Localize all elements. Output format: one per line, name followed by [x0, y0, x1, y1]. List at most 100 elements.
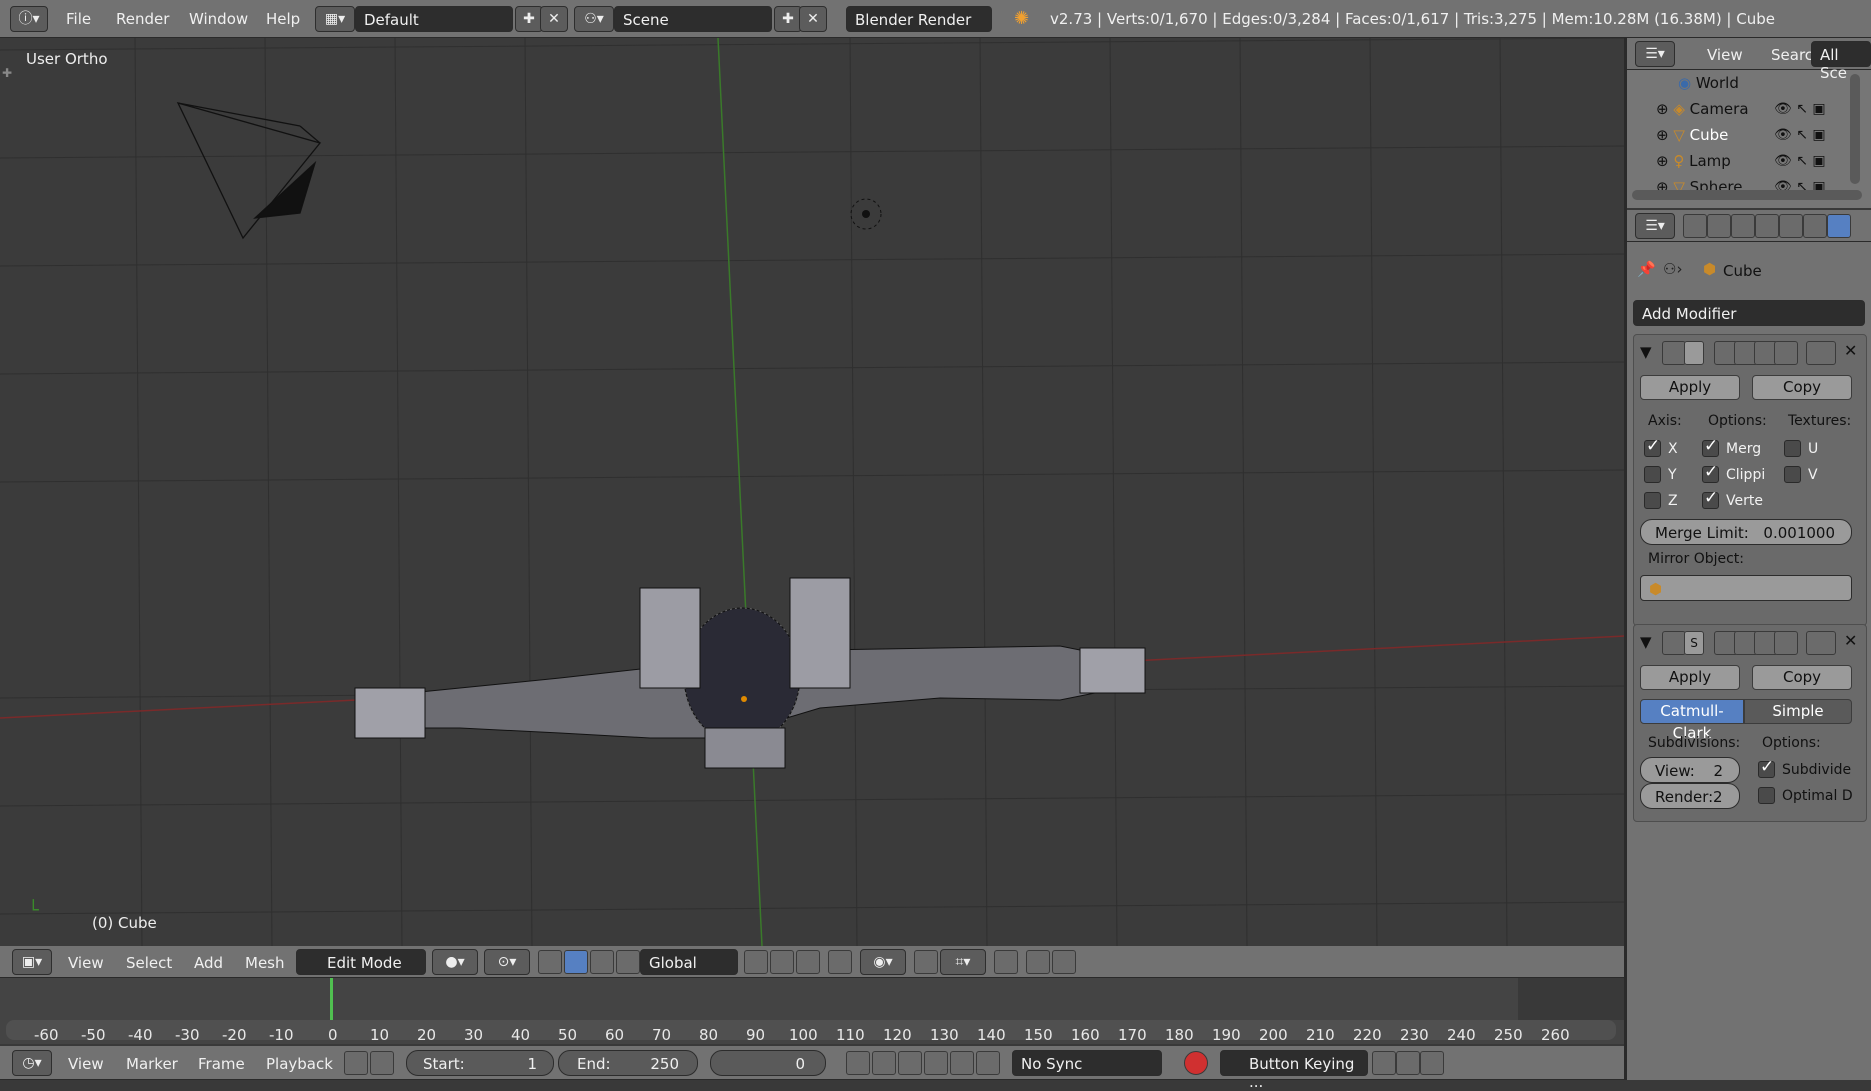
- pin-icon[interactable]: 📌: [1637, 260, 1656, 278]
- edge-select-icon[interactable]: [770, 950, 794, 974]
- record-keying-icon[interactable]: [344, 1051, 368, 1075]
- menu-add[interactable]: Add: [194, 954, 223, 972]
- merge-limit-field[interactable]: Merge Limit: 0.001000: [1640, 519, 1852, 545]
- limit-selection-icon[interactable]: [828, 950, 852, 974]
- constraints-tab-icon[interactable]: [1803, 214, 1827, 238]
- vertex-groups-checkbox[interactable]: [1702, 488, 1719, 509]
- copy-button[interactable]: Copy: [1752, 375, 1852, 400]
- optimal-display-checkbox[interactable]: [1758, 787, 1775, 804]
- manipulator-toggle-icon[interactable]: [538, 950, 562, 974]
- menu-marker[interactable]: Marker: [126, 1055, 178, 1073]
- modifier-name-field[interactable]: S: [1684, 631, 1704, 655]
- remove-layout-icon[interactable]: ✕: [540, 6, 568, 32]
- expand-icon[interactable]: ⊕: [1656, 152, 1673, 170]
- cage-toggle-icon[interactable]: [1774, 341, 1798, 365]
- cage-toggle-icon[interactable]: [1774, 631, 1798, 655]
- rotate-icon[interactable]: [590, 950, 614, 974]
- proportional-edit-icon[interactable]: ◉▾: [860, 949, 906, 975]
- render-layers-tab-icon[interactable]: [1707, 214, 1731, 238]
- corner-plus-icon[interactable]: ✚: [2, 66, 12, 80]
- remove-modifier-icon[interactable]: ✕: [1844, 341, 1857, 360]
- start-frame-field[interactable]: Start: 1: [406, 1050, 554, 1076]
- current-frame-marker[interactable]: [330, 978, 333, 1022]
- modifier-name-field[interactable]: [1684, 341, 1704, 365]
- remove-modifier-icon[interactable]: ✕: [1844, 631, 1857, 650]
- axis-z-checkbox[interactable]: [1644, 492, 1661, 509]
- properties-editor[interactable]: ☰▾ 📌 ⚇› ⬢ Cube Add Modifier ▼ ✕ Apply Co…: [1627, 210, 1871, 1080]
- texture-v-checkbox[interactable]: [1784, 466, 1801, 483]
- layout-selector-icon[interactable]: ▦▾: [315, 6, 355, 32]
- outliner-h-scrollbar[interactable]: [1632, 190, 1862, 200]
- add-modifier-dropdown[interactable]: Add Modifier: [1633, 300, 1865, 326]
- apply-button[interactable]: Apply: [1640, 375, 1740, 400]
- 3d-viewport[interactable]: User Ortho (0) Cube ✚ └: [0, 38, 1625, 946]
- add-scene-icon[interactable]: ✚: [774, 6, 802, 32]
- scene-selector-icon[interactable]: ⚇▾: [574, 6, 614, 32]
- mirror-object-field[interactable]: ⬢: [1640, 575, 1852, 601]
- render-preview-icon[interactable]: [1026, 950, 1050, 974]
- shading-dropdown-icon[interactable]: ●▾: [432, 949, 478, 975]
- orientation-dropdown[interactable]: Global: [640, 949, 738, 975]
- clear-keying-icon[interactable]: [1372, 1051, 1396, 1075]
- move-up-down-icon[interactable]: [1806, 631, 1836, 655]
- insert-keyframe-icon[interactable]: [1396, 1051, 1420, 1075]
- copy-mirror-icon[interactable]: [994, 950, 1018, 974]
- scene-tab-icon[interactable]: [1731, 214, 1755, 238]
- pivot-dropdown-icon[interactable]: ⊙▾: [484, 949, 530, 975]
- outliner-editor-icon[interactable]: ☰▾: [1635, 41, 1675, 67]
- view-levels-field[interactable]: View: 2: [1640, 757, 1740, 783]
- prev-keyframe-icon[interactable]: [872, 1051, 896, 1075]
- area-divider[interactable]: [1624, 38, 1627, 1080]
- outliner-scrollbar[interactable]: [1850, 74, 1860, 184]
- vertex-select-icon[interactable]: [744, 950, 768, 974]
- clipping-checkbox[interactable]: [1702, 462, 1719, 483]
- modifiers-tab-icon[interactable]: [1827, 214, 1851, 238]
- menu-playback[interactable]: Playback: [266, 1055, 333, 1073]
- menu-file[interactable]: File: [66, 10, 91, 28]
- play-reverse-icon[interactable]: [898, 1051, 922, 1075]
- menu-select[interactable]: Select: [126, 954, 172, 972]
- add-layout-icon[interactable]: ✚: [515, 6, 543, 32]
- menu-frame[interactable]: Frame: [198, 1055, 245, 1073]
- expand-icon[interactable]: ⊕: [1656, 126, 1673, 144]
- viewport-canvas[interactable]: [0, 38, 1625, 946]
- delete-keyframe-icon[interactable]: [1420, 1051, 1444, 1075]
- collapse-triangle-icon[interactable]: ▼: [1640, 633, 1652, 651]
- lock-icon[interactable]: [370, 1051, 394, 1075]
- render-animation-icon[interactable]: [1052, 950, 1076, 974]
- menu-mesh[interactable]: Mesh: [245, 954, 285, 972]
- jump-start-icon[interactable]: [846, 1051, 870, 1075]
- play-icon[interactable]: [924, 1051, 948, 1075]
- render-tab-icon[interactable]: [1683, 214, 1707, 238]
- properties-editor-icon[interactable]: ☰▾: [1635, 213, 1675, 239]
- layout-name-field[interactable]: Default: [355, 6, 513, 32]
- collapse-triangle-icon[interactable]: ▼: [1640, 343, 1652, 361]
- scene-name-field[interactable]: Scene: [614, 6, 772, 32]
- menu-view[interactable]: View: [68, 1055, 104, 1073]
- apply-button[interactable]: Apply: [1640, 665, 1740, 690]
- copy-button[interactable]: Copy: [1752, 665, 1852, 690]
- scale-icon[interactable]: [616, 950, 640, 974]
- merge-checkbox[interactable]: [1702, 436, 1719, 457]
- face-select-icon[interactable]: [796, 950, 820, 974]
- menu-window[interactable]: Window: [189, 10, 248, 28]
- end-frame-field[interactable]: End: 250: [558, 1050, 698, 1076]
- simple-toggle[interactable]: Simple: [1744, 699, 1852, 724]
- outliner-item-world[interactable]: ◉ World: [1678, 74, 1739, 92]
- info-icon[interactable]: ⓘ▾: [10, 6, 48, 32]
- menu-view[interactable]: View: [68, 954, 104, 972]
- snap-element-icon[interactable]: ⌗▾: [940, 949, 986, 975]
- sync-dropdown[interactable]: No Sync: [1012, 1050, 1162, 1076]
- axis-y-checkbox[interactable]: [1644, 466, 1661, 483]
- next-keyframe-icon[interactable]: [950, 1051, 974, 1075]
- axis-x-checkbox[interactable]: [1644, 436, 1661, 457]
- render-levels-field[interactable]: Render: 2: [1640, 783, 1740, 809]
- outliner-menu-view[interactable]: View: [1707, 46, 1743, 64]
- snap-toggle-icon[interactable]: [914, 950, 938, 974]
- expand-icon[interactable]: ⊕: [1656, 100, 1673, 118]
- translate-icon[interactable]: [564, 950, 588, 974]
- subdivide-uvs-checkbox[interactable]: [1758, 757, 1775, 778]
- object-tab-icon[interactable]: [1779, 214, 1803, 238]
- current-frame-field[interactable]: 0: [710, 1050, 826, 1076]
- mode-dropdown[interactable]: Edit Mode: [296, 949, 426, 975]
